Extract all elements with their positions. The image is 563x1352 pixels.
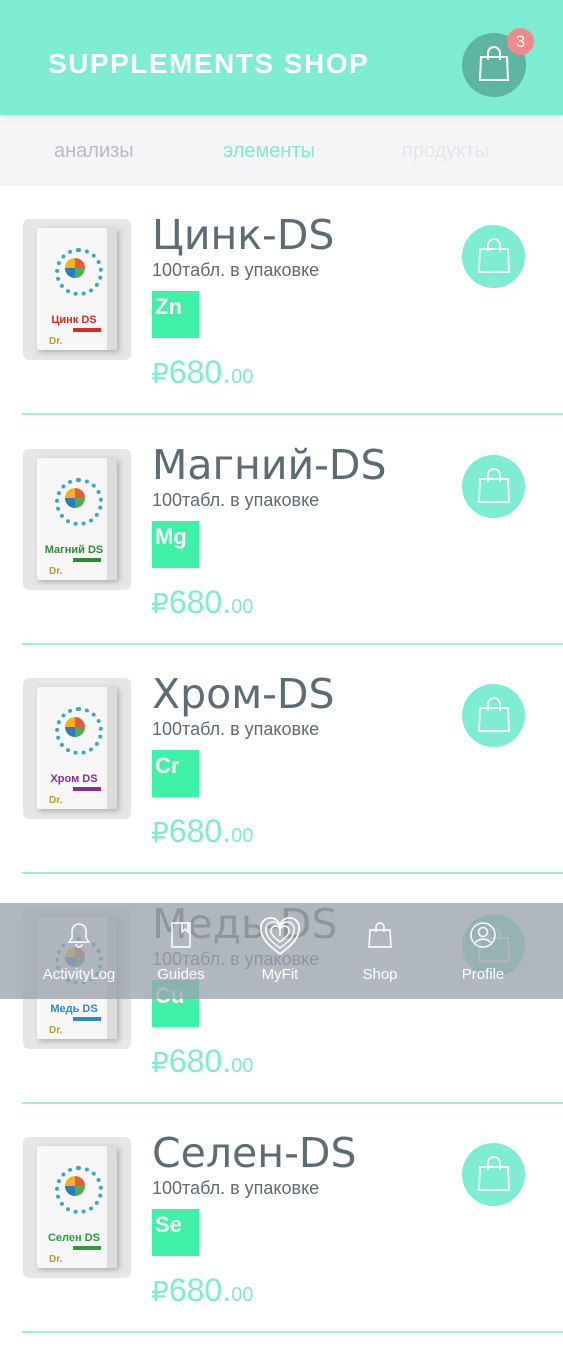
nav-label-myfit: MyFit [261, 966, 299, 983]
price-decimals: 00 [231, 595, 254, 618]
price-currency: ₽ [151, 587, 169, 619]
nav-item-activitylog[interactable]: ActivityLog [29, 903, 129, 999]
product-image[interactable]: Цинк DS Dr. [23, 219, 131, 360]
nav-item-myfit[interactable]: MyFit [230, 903, 330, 999]
product-price: ₽680.00 [151, 813, 253, 850]
box-brand-logo: Dr. [49, 565, 63, 577]
category-tabs: анализы элементы продукты [0, 120, 563, 186]
divider [22, 1331, 563, 1333]
product-name[interactable]: Магний-DS [152, 441, 387, 489]
product-name[interactable]: Цинк-DS [152, 211, 334, 259]
tab-elements[interactable]: элементы [223, 140, 315, 163]
product-image[interactable]: Хром DS Dr. [23, 678, 131, 819]
product-box-picture: Селен DS Dr. [37, 1146, 117, 1268]
price-decimals: 00 [231, 1054, 254, 1077]
heart-fingerprint-icon [260, 917, 300, 956]
shopping-bag-icon [478, 697, 510, 732]
box-brand-logo: Dr. [49, 336, 63, 347]
box-brand-logo: Dr. [49, 1024, 63, 1036]
cart-count-badge: 3 [507, 28, 534, 55]
box-label: Медь DS [50, 1002, 98, 1015]
add-to-cart-button[interactable] [462, 454, 525, 518]
nav-item-profile[interactable]: Profile [433, 903, 533, 999]
user-icon [470, 922, 496, 948]
shopping-bag-icon [478, 467, 510, 503]
price-decimals: 00 [231, 825, 254, 847]
product-name[interactable]: Хром-DS [152, 670, 335, 718]
shopping-bag-icon [478, 1156, 510, 1191]
app-header: SUPPLEMENTS SHOP [0, 0, 563, 115]
price-currency: ₽ [151, 358, 169, 389]
price-currency: ₽ [151, 817, 169, 848]
price-main: 680. [168, 583, 232, 620]
product-price: ₽680.00 [151, 1043, 253, 1080]
product-item[interactable]: Магний DS Dr. Магний-DS 100табл. в упаковке… [0, 416, 563, 645]
add-to-cart-button[interactable] [462, 1143, 525, 1206]
product-box-picture: Хром DS Dr. [37, 687, 117, 809]
product-item[interactable]: Селен DS Dr. Селен-DS 100табл. в упаковке Se… [0, 1104, 563, 1333]
nav-label-shop: Shop [362, 966, 398, 983]
product-name[interactable]: Селен-DS [152, 1129, 356, 1177]
bell-icon [67, 923, 91, 948]
element-symbol-badge: Zn [152, 291, 199, 338]
product-pack-info: 100табл. в упаковке [152, 719, 320, 739]
price-decimals: 00 [231, 366, 254, 388]
price-main: 680. [168, 1272, 232, 1308]
bottom-nav: ActivityLog Guides MyFit Shop Profile [0, 903, 563, 999]
box-brand-logo: Dr. [49, 1254, 63, 1265]
app-title: SUPPLEMENTS SHOP [48, 48, 370, 79]
nav-item-shop[interactable]: Shop [330, 903, 430, 999]
box-brand-logo: Dr. [49, 795, 63, 806]
nav-label-profile: Profile [461, 966, 505, 983]
price-main: 680. [168, 813, 232, 849]
product-item[interactable]: Хром DS Dr. Хром-DS 100табл. в упаковке Cr ₽6… [0, 645, 563, 874]
element-symbol-badge: Cr [152, 750, 199, 797]
shopping-bag-icon [478, 46, 510, 81]
tab-products[interactable]: продукты [402, 140, 489, 163]
price-currency: ₽ [151, 1276, 169, 1307]
product-image[interactable]: Магний DS Dr. [23, 448, 131, 590]
nav-label-activitylog: ActivityLog [42, 966, 116, 983]
price-main: 680. [168, 1042, 232, 1079]
product-pack-info: 100табл. в упаковке [152, 260, 320, 280]
box-label: Селен DS [47, 1232, 100, 1244]
nav-label-guides: Guides [157, 966, 205, 983]
book-icon [171, 922, 191, 948]
product-box-picture: Магний DS Dr. [37, 457, 117, 580]
nav-item-guides[interactable]: Guides [131, 903, 231, 999]
box-label: Цинк DS [51, 314, 97, 326]
price-decimals: 00 [231, 1284, 254, 1306]
element-symbol-badge: Mg [152, 520, 199, 568]
price-main: 680. [168, 354, 232, 390]
box-label: Магний DS [44, 543, 104, 556]
price-currency: ₽ [151, 1046, 169, 1078]
product-price: ₽680.00 [151, 354, 253, 391]
product-price: ₽680.00 [151, 584, 253, 621]
box-label: Хром DS [50, 773, 98, 785]
add-to-cart-button[interactable] [462, 684, 525, 747]
product-price: ₽680.00 [151, 1272, 253, 1309]
product-pack-info: 100табл. в упаковке [152, 1178, 320, 1198]
shopping-bag-icon [368, 922, 392, 948]
product-box-picture: Цинк DS Dr. [37, 228, 117, 350]
shopping-bag-icon [478, 238, 510, 273]
product-pack-info: 100табл. в упаковке [152, 489, 320, 510]
add-to-cart-button[interactable] [462, 225, 525, 288]
tab-analyses[interactable]: анализы [54, 140, 134, 163]
product-item[interactable]: Цинк DS Dr. Цинк-DS 100табл. в упаковке Zn ₽6… [0, 186, 563, 415]
product-image[interactable]: Селен DS Dr. [23, 1137, 131, 1278]
element-symbol-badge: Se [152, 1209, 199, 1256]
